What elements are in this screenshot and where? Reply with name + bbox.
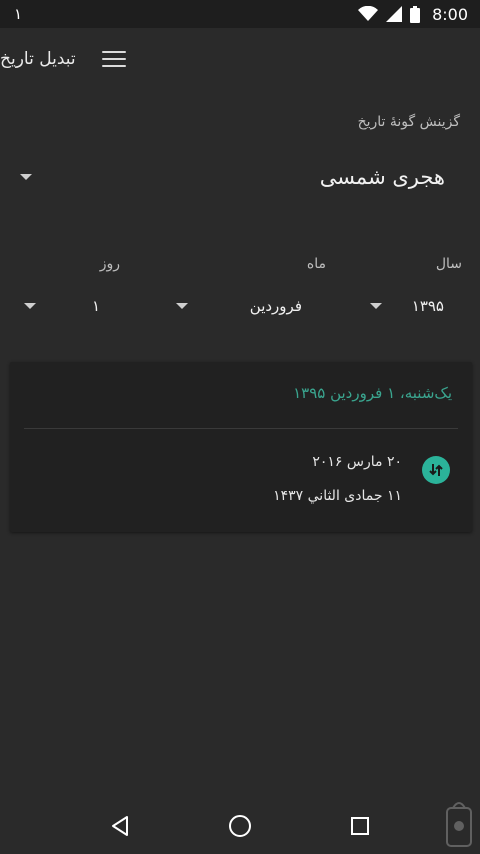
year-label: سال [435, 256, 462, 272]
page-title: تبدیل تاریخ [0, 49, 76, 69]
battery-icon [410, 5, 421, 23]
chevron-down-icon [20, 174, 32, 180]
result-hijri: ۱۱ جمادی الثاني ۱۴۳۷ [273, 488, 402, 504]
watermark-logo-icon [446, 802, 472, 847]
home-button[interactable] [220, 806, 260, 846]
back-triangle-icon [112, 816, 128, 836]
month-value: فروردین [249, 297, 302, 315]
swap-icon[interactable] [422, 456, 450, 484]
status-icons: 8:00 [358, 5, 468, 24]
wifi-icon [358, 6, 379, 21]
chevron-down-icon [370, 303, 382, 309]
date-type-value: هجری شمسی [319, 165, 445, 189]
result-header: یک‌شنبه، ۱ فروردین ۱۳۹۵ [293, 384, 452, 402]
status-bar: ١ 8:00 [0, 0, 480, 28]
card-divider [24, 428, 458, 429]
date-type-dropdown[interactable]: هجری شمسی [20, 152, 460, 202]
recents-square-icon [351, 817, 369, 835]
chevron-down-icon [24, 303, 36, 309]
back-button[interactable] [100, 806, 140, 846]
date-type-label: گزینش گونهٔ تاریخ [357, 114, 460, 130]
year-dropdown[interactable]: ۱۳۹۵ [370, 288, 444, 324]
day-label: روز [99, 256, 120, 272]
year-value: ۱۳۹۵ [411, 297, 444, 315]
home-circle-icon [229, 815, 251, 837]
hamburger-menu-icon[interactable] [101, 47, 126, 71]
month-dropdown[interactable]: فروردین [176, 288, 352, 324]
day-value: ۱ [91, 297, 100, 315]
app-bar: تبدیل تاریخ [0, 28, 480, 90]
conversion-result-card: یک‌شنبه، ۱ فروردین ۱۳۹۵ ۲۰ مارس ۲۰۱۶ ۱۱ … [10, 362, 472, 532]
day-dropdown[interactable]: ۱ [24, 288, 158, 324]
navigation-bar [0, 798, 480, 854]
signal-icon [386, 6, 403, 22]
result-gregorian: ۲۰ مارس ۲۰۱۶ [312, 454, 402, 470]
chevron-down-icon [176, 303, 188, 309]
month-label: ماه [306, 256, 326, 272]
status-notification-text: ١ [14, 5, 23, 23]
recents-button[interactable] [340, 806, 380, 846]
status-time: 8:00 [432, 4, 468, 24]
